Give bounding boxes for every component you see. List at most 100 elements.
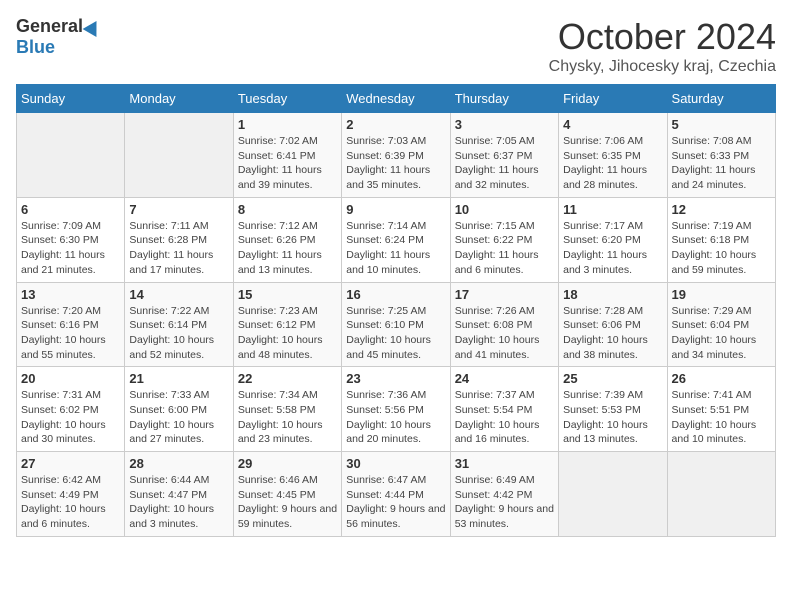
day-number: 1: [238, 117, 337, 132]
day-info: Sunrise: 7:37 AMSunset: 5:54 PMDaylight:…: [455, 388, 554, 447]
day-number: 7: [129, 202, 228, 217]
calendar-row: 6 Sunrise: 7:09 AMSunset: 6:30 PMDaylight…: [17, 197, 776, 282]
day-number: 12: [672, 202, 771, 217]
header-cell-monday: Monday: [125, 85, 233, 113]
calendar-row: 1Sunrise: 7:02 AMSunset: 6:41 PMDaylight…: [17, 113, 776, 198]
calendar-cell: [667, 452, 775, 537]
location-title: Chysky, Jihocesky kraj, Czechia: [549, 58, 776, 76]
calendar-cell: 17Sunrise: 7:26 AMSunset: 6:08 PMDayligh…: [450, 282, 558, 367]
calendar-cell: 12 Sunrise: 7:19 AMSunset: 6:18 PMDayligh…: [667, 197, 775, 282]
calendar-cell: 10Sunrise: 7:15 AMSunset: 6:22 PMDayligh…: [450, 197, 558, 282]
day-info: Sunrise: 7:03 AMSunset: 6:39 PMDaylight:…: [346, 134, 445, 193]
day-info: Sunrise: 7:17 AMSunset: 6:20 PMDaylight:…: [563, 219, 662, 278]
day-info: Sunrise: 7:31 AMSunset: 6:02 PMDaylight:…: [21, 388, 120, 447]
calendar-cell: 14 Sunrise: 7:22 AMSunset: 6:14 PMDayligh…: [125, 282, 233, 367]
day-info: Sunrise: 7:25 AMSunset: 6:10 PMDaylight:…: [346, 304, 445, 363]
calendar-cell: 13 Sunrise: 7:20 AMSunset: 6:16 PMDayligh…: [17, 282, 125, 367]
day-info: Sunrise: 7:20 AMSunset: 6:16 PMDaylight:…: [21, 304, 120, 363]
day-number: 19: [672, 287, 771, 302]
day-info: Sunrise: 7:36 AMSunset: 5:56 PMDaylight:…: [346, 388, 445, 447]
day-number: 3: [455, 117, 554, 132]
day-number: 29: [238, 456, 337, 471]
calendar-cell: 31 Sunrise: 6:49 AMSunset: 4:42 PMDayligh…: [450, 452, 558, 537]
calendar-cell: 9 Sunrise: 7:14 AMSunset: 6:24 PMDaylight…: [342, 197, 450, 282]
calendar-cell: 7 Sunrise: 7:11 AMSunset: 6:28 PMDaylight…: [125, 197, 233, 282]
calendar-cell: [559, 452, 667, 537]
logo-triangle-icon: [83, 16, 104, 36]
calendar-cell: 24Sunrise: 7:37 AMSunset: 5:54 PMDayligh…: [450, 367, 558, 452]
calendar-row: 27Sunrise: 6:42 AMSunset: 4:49 PMDayligh…: [17, 452, 776, 537]
day-number: 25: [563, 371, 662, 386]
title-block: October 2024 Chysky, Jihocesky kraj, Cze…: [549, 16, 776, 76]
day-info: Sunrise: 7:14 AMSunset: 6:24 PMDaylight:…: [346, 219, 445, 278]
header-cell-tuesday: Tuesday: [233, 85, 341, 113]
day-number: 18: [563, 287, 662, 302]
calendar-cell: 21 Sunrise: 7:33 AMSunset: 6:00 PMDayligh…: [125, 367, 233, 452]
day-number: 28: [129, 456, 228, 471]
day-number: 17: [455, 287, 554, 302]
calendar-cell: 29Sunrise: 6:46 AMSunset: 4:45 PMDayligh…: [233, 452, 341, 537]
day-number: 9: [346, 202, 445, 217]
day-info: Sunrise: 7:28 AMSunset: 6:06 PMDaylight:…: [563, 304, 662, 363]
calendar-table: SundayMondayTuesdayWednesdayThursdayFrid…: [16, 84, 776, 537]
day-info: Sunrise: 7:29 AMSunset: 6:04 PMDaylight:…: [672, 304, 771, 363]
day-number: 31: [455, 456, 554, 471]
day-number: 30: [346, 456, 445, 471]
calendar-cell: 27Sunrise: 6:42 AMSunset: 4:49 PMDayligh…: [17, 452, 125, 537]
header-cell-friday: Friday: [559, 85, 667, 113]
day-number: 21: [129, 371, 228, 386]
logo: General Blue: [16, 16, 101, 58]
day-number: 6: [21, 202, 120, 217]
header-cell-wednesday: Wednesday: [342, 85, 450, 113]
day-info: Sunrise: 6:49 AMSunset: 4:42 PMDaylight:…: [455, 473, 554, 532]
calendar-cell: 22 Sunrise: 7:34 AMSunset: 5:58 PMDayligh…: [233, 367, 341, 452]
calendar-cell: 3 Sunrise: 7:05 AMSunset: 6:37 PMDaylight…: [450, 113, 558, 198]
day-info: Sunrise: 7:11 AMSunset: 6:28 PMDaylight:…: [129, 219, 228, 278]
calendar-cell: 25 Sunrise: 7:39 AMSunset: 5:53 PMDayligh…: [559, 367, 667, 452]
day-number: 13: [21, 287, 120, 302]
day-info: Sunrise: 6:47 AMSunset: 4:44 PMDaylight:…: [346, 473, 445, 532]
calendar-cell: 8 Sunrise: 7:12 AMSunset: 6:26 PMDaylight…: [233, 197, 341, 282]
day-number: 2: [346, 117, 445, 132]
header-cell-thursday: Thursday: [450, 85, 558, 113]
calendar-cell: 28 Sunrise: 6:44 AMSunset: 4:47 PMDayligh…: [125, 452, 233, 537]
header-cell-sunday: Sunday: [17, 85, 125, 113]
calendar-cell: 23Sunrise: 7:36 AMSunset: 5:56 PMDayligh…: [342, 367, 450, 452]
day-info: Sunrise: 7:12 AMSunset: 6:26 PMDaylight:…: [238, 219, 337, 278]
calendar-cell: 6 Sunrise: 7:09 AMSunset: 6:30 PMDaylight…: [17, 197, 125, 282]
calendar-cell: 16Sunrise: 7:25 AMSunset: 6:10 PMDayligh…: [342, 282, 450, 367]
calendar-cell: [125, 113, 233, 198]
day-info: Sunrise: 7:39 AMSunset: 5:53 PMDaylight:…: [563, 388, 662, 447]
day-number: 8: [238, 202, 337, 217]
calendar-cell: 18 Sunrise: 7:28 AMSunset: 6:06 PMDayligh…: [559, 282, 667, 367]
day-info: Sunrise: 7:15 AMSunset: 6:22 PMDaylight:…: [455, 219, 554, 278]
day-info: Sunrise: 7:09 AMSunset: 6:30 PMDaylight:…: [21, 219, 120, 278]
day-number: 15: [238, 287, 337, 302]
header-cell-saturday: Saturday: [667, 85, 775, 113]
logo-general-text: General: [16, 16, 83, 37]
day-info: Sunrise: 7:23 AMSunset: 6:12 PMDaylight:…: [238, 304, 337, 363]
day-number: 14: [129, 287, 228, 302]
calendar-body: 1Sunrise: 7:02 AMSunset: 6:41 PMDaylight…: [17, 113, 776, 537]
day-number: 22: [238, 371, 337, 386]
calendar-row: 13 Sunrise: 7:20 AMSunset: 6:16 PMDayligh…: [17, 282, 776, 367]
day-info: Sunrise: 7:08 AMSunset: 6:33 PMDaylight:…: [672, 134, 771, 193]
day-info: Sunrise: 7:06 AMSunset: 6:35 PMDaylight:…: [563, 134, 662, 193]
day-info: Sunrise: 7:19 AMSunset: 6:18 PMDaylight:…: [672, 219, 771, 278]
day-info: Sunrise: 7:33 AMSunset: 6:00 PMDaylight:…: [129, 388, 228, 447]
calendar-row: 20 Sunrise: 7:31 AMSunset: 6:02 PMDayligh…: [17, 367, 776, 452]
day-number: 27: [21, 456, 120, 471]
calendar-cell: 30 Sunrise: 6:47 AMSunset: 4:44 PMDayligh…: [342, 452, 450, 537]
calendar-cell: 19 Sunrise: 7:29 AMSunset: 6:04 PMDayligh…: [667, 282, 775, 367]
day-info: Sunrise: 7:05 AMSunset: 6:37 PMDaylight:…: [455, 134, 554, 193]
day-info: Sunrise: 7:22 AMSunset: 6:14 PMDaylight:…: [129, 304, 228, 363]
day-info: Sunrise: 7:34 AMSunset: 5:58 PMDaylight:…: [238, 388, 337, 447]
calendar-cell: 26Sunrise: 7:41 AMSunset: 5:51 PMDayligh…: [667, 367, 775, 452]
header-row: SundayMondayTuesdayWednesdayThursdayFrid…: [17, 85, 776, 113]
day-number: 26: [672, 371, 771, 386]
day-info: Sunrise: 6:44 AMSunset: 4:47 PMDaylight:…: [129, 473, 228, 532]
calendar-cell: 20 Sunrise: 7:31 AMSunset: 6:02 PMDayligh…: [17, 367, 125, 452]
calendar-cell: 5Sunrise: 7:08 AMSunset: 6:33 PMDaylight…: [667, 113, 775, 198]
page-header: General Blue October 2024 Chysky, Jihoce…: [16, 16, 776, 76]
day-number: 20: [21, 371, 120, 386]
